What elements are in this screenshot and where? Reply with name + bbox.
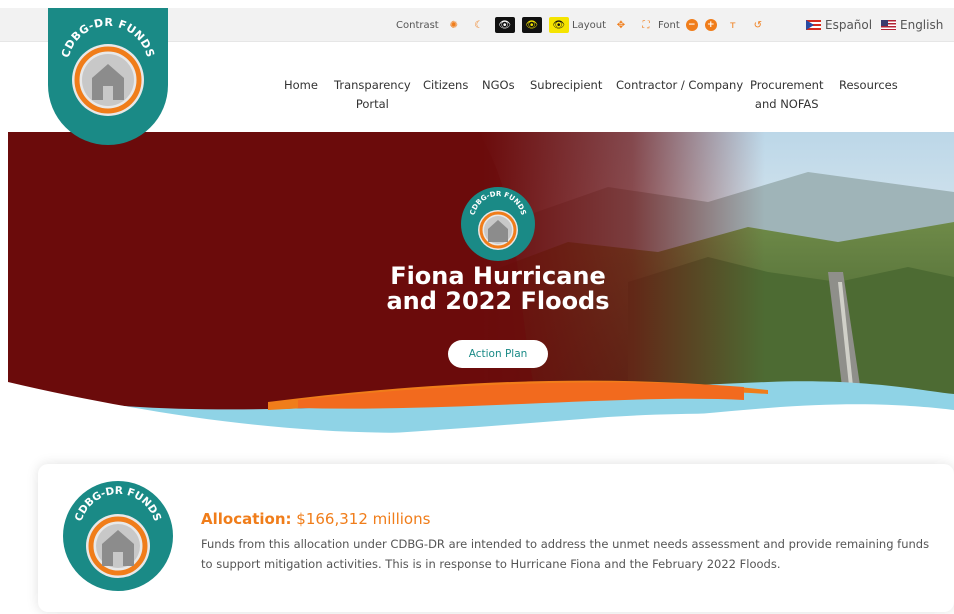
font-readable-icon[interactable]: ᴛ bbox=[724, 17, 742, 33]
contrast-controls: Contrast ✺ ☾ 👁 👁 👁 bbox=[396, 8, 576, 42]
puerto-rico-flag-icon bbox=[806, 20, 821, 30]
contrast-dark-icon[interactable]: ☾ bbox=[470, 17, 488, 33]
action-plan-button[interactable]: Action Plan bbox=[448, 340, 548, 368]
nav-home[interactable]: Home bbox=[284, 76, 318, 95]
nav-subrecipient[interactable]: Subrecipient bbox=[530, 76, 602, 95]
language-label: Español bbox=[825, 18, 873, 32]
language-label: English bbox=[900, 18, 944, 32]
hero-title: Fiona Hurricane and 2022 Floods bbox=[386, 262, 610, 315]
contrast-black-yellow-icon[interactable]: 👁 bbox=[521, 17, 542, 33]
contrast-default-icon[interactable]: ✺ bbox=[445, 17, 463, 33]
nav-citizens[interactable]: Citizens bbox=[423, 76, 468, 95]
language-english[interactable]: English bbox=[881, 8, 943, 42]
allocation-label: Allocation: bbox=[201, 510, 292, 528]
us-flag-icon bbox=[881, 20, 896, 30]
hero-logo: CDBG-DR FUNDS bbox=[461, 187, 535, 261]
font-label: Font bbox=[658, 19, 680, 31]
allocation-title: Allocation: $166,312 millions bbox=[201, 510, 430, 528]
layout-expand-icon[interactable]: ⛶ bbox=[637, 17, 655, 33]
nav-procurement-nofas[interactable]: Procurement and NOFAS bbox=[750, 76, 823, 114]
contrast-yellow-icon[interactable]: 👁 bbox=[548, 17, 569, 33]
site-logo[interactable]: CDBG-DR FUNDS bbox=[48, 8, 168, 145]
nav-resources[interactable]: Resources bbox=[839, 76, 898, 95]
nav-transparency-portal[interactable]: Transparency Portal bbox=[334, 76, 411, 114]
font-decrease-icon[interactable]: − bbox=[685, 19, 698, 31]
layout-label: Layout bbox=[572, 19, 606, 31]
allocation-amount: $166,312 millions bbox=[296, 510, 431, 528]
page: Contrast ✺ ☾ 👁 👁 👁 Layout ✥ ⛶ Font − + ᴛ… bbox=[0, 0, 954, 614]
allocation-description: Funds from this allocation under CDBG-DR… bbox=[201, 537, 930, 571]
font-controls: Font − + ᴛ ↺ bbox=[658, 8, 774, 42]
allocation-logo: CDBG-DR FUNDS bbox=[63, 481, 173, 591]
layout-shrink-icon[interactable]: ✥ bbox=[612, 17, 630, 33]
font-increase-icon[interactable]: + bbox=[704, 19, 717, 31]
reset-icon[interactable]: ↺ bbox=[749, 17, 767, 33]
contrast-high-icon[interactable]: 👁 bbox=[494, 17, 515, 33]
nav-contractor-company[interactable]: Contractor / Company bbox=[616, 76, 743, 95]
layout-controls: Layout ✥ ⛶ bbox=[572, 8, 662, 42]
nav-ngos[interactable]: NGOs bbox=[482, 76, 515, 95]
contrast-label: Contrast bbox=[396, 19, 439, 31]
language-espanol[interactable]: Español bbox=[806, 8, 872, 42]
